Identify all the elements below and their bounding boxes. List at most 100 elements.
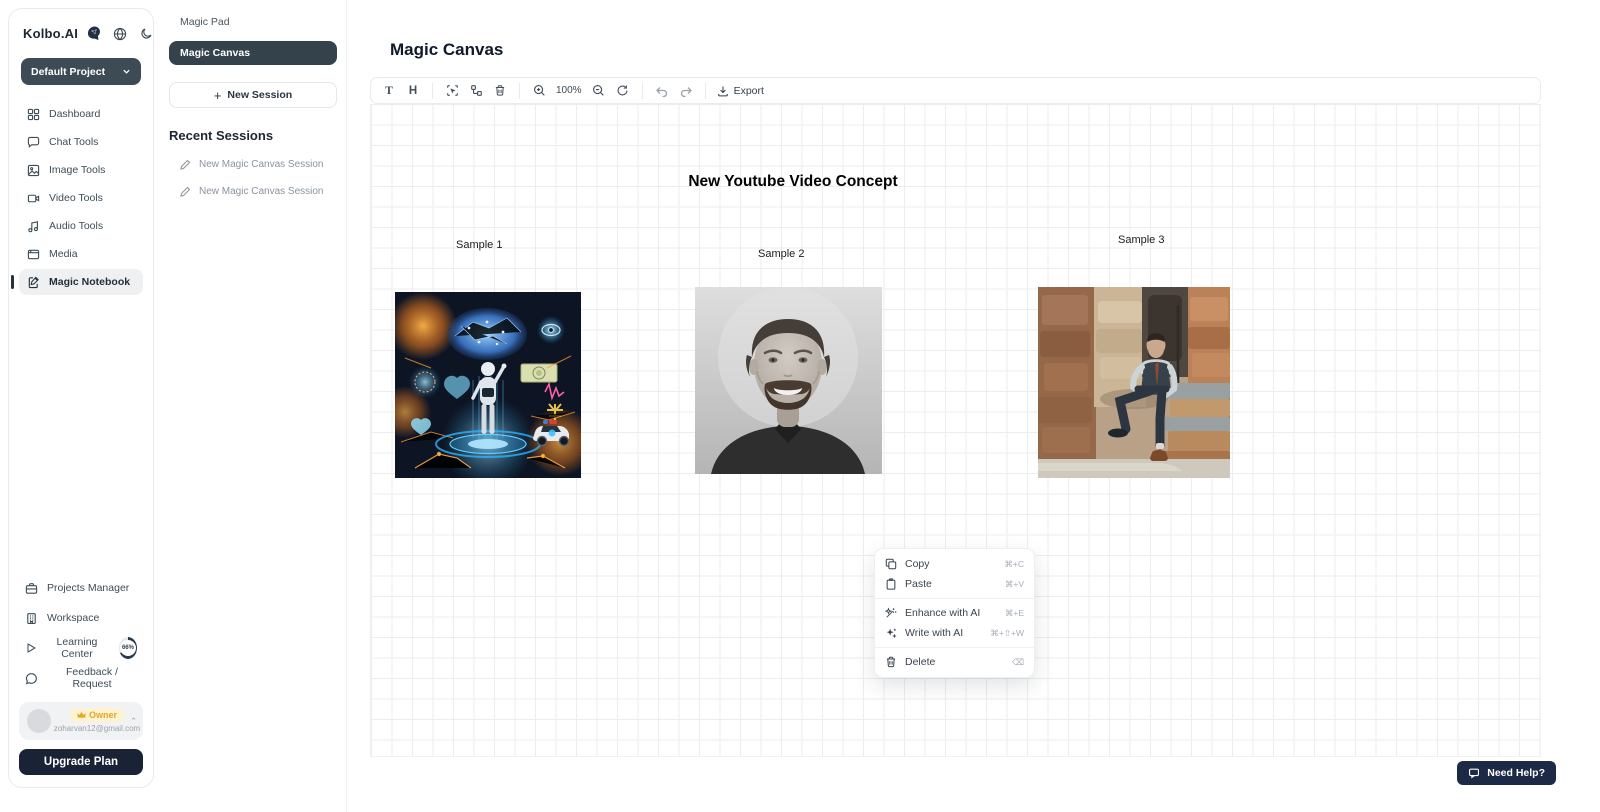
sessions-panel: Magic Pad Magic Canvas + New Session Rec… <box>155 0 347 812</box>
context-menu: Copy ⌘+C Paste ⌘+V Enhance with AI ⌘+E W… <box>874 548 1035 678</box>
context-menu-shortcut: ⌘+E <box>1005 608 1024 619</box>
canvas-image-man-ruins[interactable] <box>1038 287 1230 478</box>
canvas-heading-text[interactable]: New Youtube Video Concept <box>688 173 897 191</box>
sidebar-item-magic-notebook[interactable]: Magic Notebook <box>19 269 143 295</box>
learning-progress-value: 66% <box>120 640 136 656</box>
need-help-button[interactable]: Need Help? <box>1457 761 1556 785</box>
undo-icon <box>655 85 669 97</box>
canvas-toolbar: T H 100% Export <box>370 77 1541 104</box>
zoom-in-button[interactable] <box>528 80 550 101</box>
sidebar-item-label: Chat Tools <box>49 136 98 148</box>
play-icon <box>25 642 37 654</box>
sidebar-item-label: Image Tools <box>49 164 105 176</box>
sidebar-item-feedback-request[interactable]: Feedback / Request <box>19 666 143 690</box>
canvas-grid[interactable]: New Youtube Video Concept Sample 1 Sampl… <box>370 104 1541 757</box>
chevron-down-icon <box>122 67 131 76</box>
delete-tool-button[interactable] <box>489 80 511 101</box>
context-menu-item-enhance-with-ai[interactable]: Enhance with AI ⌘+E <box>875 603 1034 623</box>
canvas-image-ai-robot[interactable] <box>395 292 581 478</box>
sidebar-item-label: Workspace <box>47 612 99 624</box>
notebook-edit-icon <box>27 276 40 289</box>
help-chat-icon <box>1468 767 1480 779</box>
context-menu-label: Write with AI <box>905 627 982 639</box>
undo-button[interactable] <box>651 80 673 101</box>
sample-1-label[interactable]: Sample 1 <box>456 239 502 251</box>
context-menu-item-copy[interactable]: Copy ⌘+C <box>875 554 1034 574</box>
need-help-label: Need Help? <box>1487 767 1545 779</box>
feedback-bubble-icon <box>25 672 38 685</box>
sidebar-item-workspace[interactable]: Workspace <box>19 606 143 630</box>
dashboard-icon <box>27 108 40 121</box>
sparkles-icon <box>885 627 897 639</box>
dark-mode-moon-button[interactable] <box>140 27 153 40</box>
sidebar-item-dashboard[interactable]: Dashboard <box>19 101 143 127</box>
sidebar-item-label: Magic Notebook <box>49 276 130 288</box>
sidebar-item-projects-manager[interactable]: Projects Manager <box>19 576 143 600</box>
text-tool-button[interactable]: T <box>378 80 400 101</box>
pencil-icon <box>180 186 191 197</box>
context-menu-item-write-with-ai[interactable]: Write with AI ⌘+⇧+W <box>875 623 1034 643</box>
briefcase-icon <box>25 582 38 595</box>
upgrade-plan-button[interactable]: Upgrade Plan <box>19 749 143 775</box>
redo-icon <box>679 85 693 97</box>
sidebar-item-video-tools[interactable]: Video Tools <box>19 185 143 211</box>
sidebar-item-label: Video Tools <box>49 192 103 204</box>
export-label: Export <box>734 85 764 97</box>
sidebar-item-chat-tools[interactable]: Chat Tools <box>19 129 143 155</box>
select-tool-button[interactable] <box>441 80 463 101</box>
sidebar-item-image-tools[interactable]: Image Tools <box>19 157 143 183</box>
context-menu-divider <box>875 598 1034 599</box>
crown-icon <box>77 711 86 719</box>
sidebar-item-label: Audio Tools <box>49 220 103 232</box>
language-globe-button[interactable] <box>113 27 127 41</box>
project-selector[interactable]: Default Project <box>21 58 141 85</box>
building-icon <box>25 612 38 625</box>
canvas-image-portrait[interactable] <box>695 287 882 474</box>
sample-3-label[interactable]: Sample 3 <box>1118 234 1164 246</box>
logo-row: Kolbo.AI <box>19 23 143 42</box>
sidebar-nav: Dashboard Chat Tools Image Tools Video T… <box>19 101 143 295</box>
workflow-branch-icon <box>470 84 483 97</box>
context-menu-shortcut: ⌘+⇧+W <box>990 628 1024 639</box>
redo-button[interactable] <box>675 80 697 101</box>
zoom-level: 100% <box>552 85 586 96</box>
sidebar-item-learning-center[interactable]: Learning Center 66% <box>19 636 143 660</box>
sidebar-item-audio-tools[interactable]: Audio Tools <box>19 213 143 239</box>
export-button[interactable]: Export <box>714 80 767 101</box>
sidebar-item-label: Feedback / Request <box>47 666 137 690</box>
tab-magic-pad[interactable]: Magic Pad <box>169 14 238 28</box>
heading-tool-button[interactable]: H <box>402 80 424 101</box>
context-menu-item-delete[interactable]: Delete ⌫ <box>875 652 1034 672</box>
chat-bubble-icon <box>27 136 40 149</box>
sidebar-item-media[interactable]: Media <box>19 241 143 267</box>
magic-wand-icon <box>885 607 897 619</box>
user-account-card[interactable]: Owner zoharvan12@gmail.com ⌃ <box>19 702 143 740</box>
sidebar-footer-nav: Projects Manager Workspace Learning Cent… <box>19 576 143 690</box>
connector-tool-button[interactable] <box>465 80 487 101</box>
recent-session-item[interactable]: New Magic Canvas Session <box>169 186 324 197</box>
video-camera-icon <box>27 192 40 205</box>
clipboard-icon <box>885 578 897 590</box>
sample-2-label[interactable]: Sample 2 <box>758 248 804 260</box>
sidebar-item-label: Dashboard <box>49 108 100 120</box>
brain-logo-icon <box>85 25 102 42</box>
download-icon <box>717 85 729 97</box>
recent-session-label: New Magic Canvas Session <box>199 159 324 170</box>
recent-session-item[interactable]: New Magic Canvas Session <box>169 159 324 170</box>
sidebar: Kolbo.AI Default Project Dashboard <box>8 8 154 788</box>
sidebar-bottom: Projects Manager Workspace Learning Cent… <box>19 576 143 775</box>
sidebar-item-label: Learning Center <box>46 636 108 660</box>
context-menu-label: Enhance with AI <box>905 607 997 619</box>
tab-magic-canvas[interactable]: Magic Canvas <box>169 41 337 65</box>
trash-icon <box>885 656 897 668</box>
new-session-button[interactable]: + New Session <box>169 82 337 108</box>
app-logo: Kolbo.AI <box>23 26 78 41</box>
zoom-out-button[interactable] <box>588 80 610 101</box>
avatar <box>27 709 51 733</box>
learning-progress-ring: 66% <box>119 637 137 659</box>
toolbar-divider <box>519 83 520 99</box>
context-menu-item-paste[interactable]: Paste ⌘+V <box>875 574 1034 594</box>
media-icon <box>27 248 40 261</box>
pencil-icon <box>180 159 191 170</box>
reset-view-button[interactable] <box>612 80 634 101</box>
